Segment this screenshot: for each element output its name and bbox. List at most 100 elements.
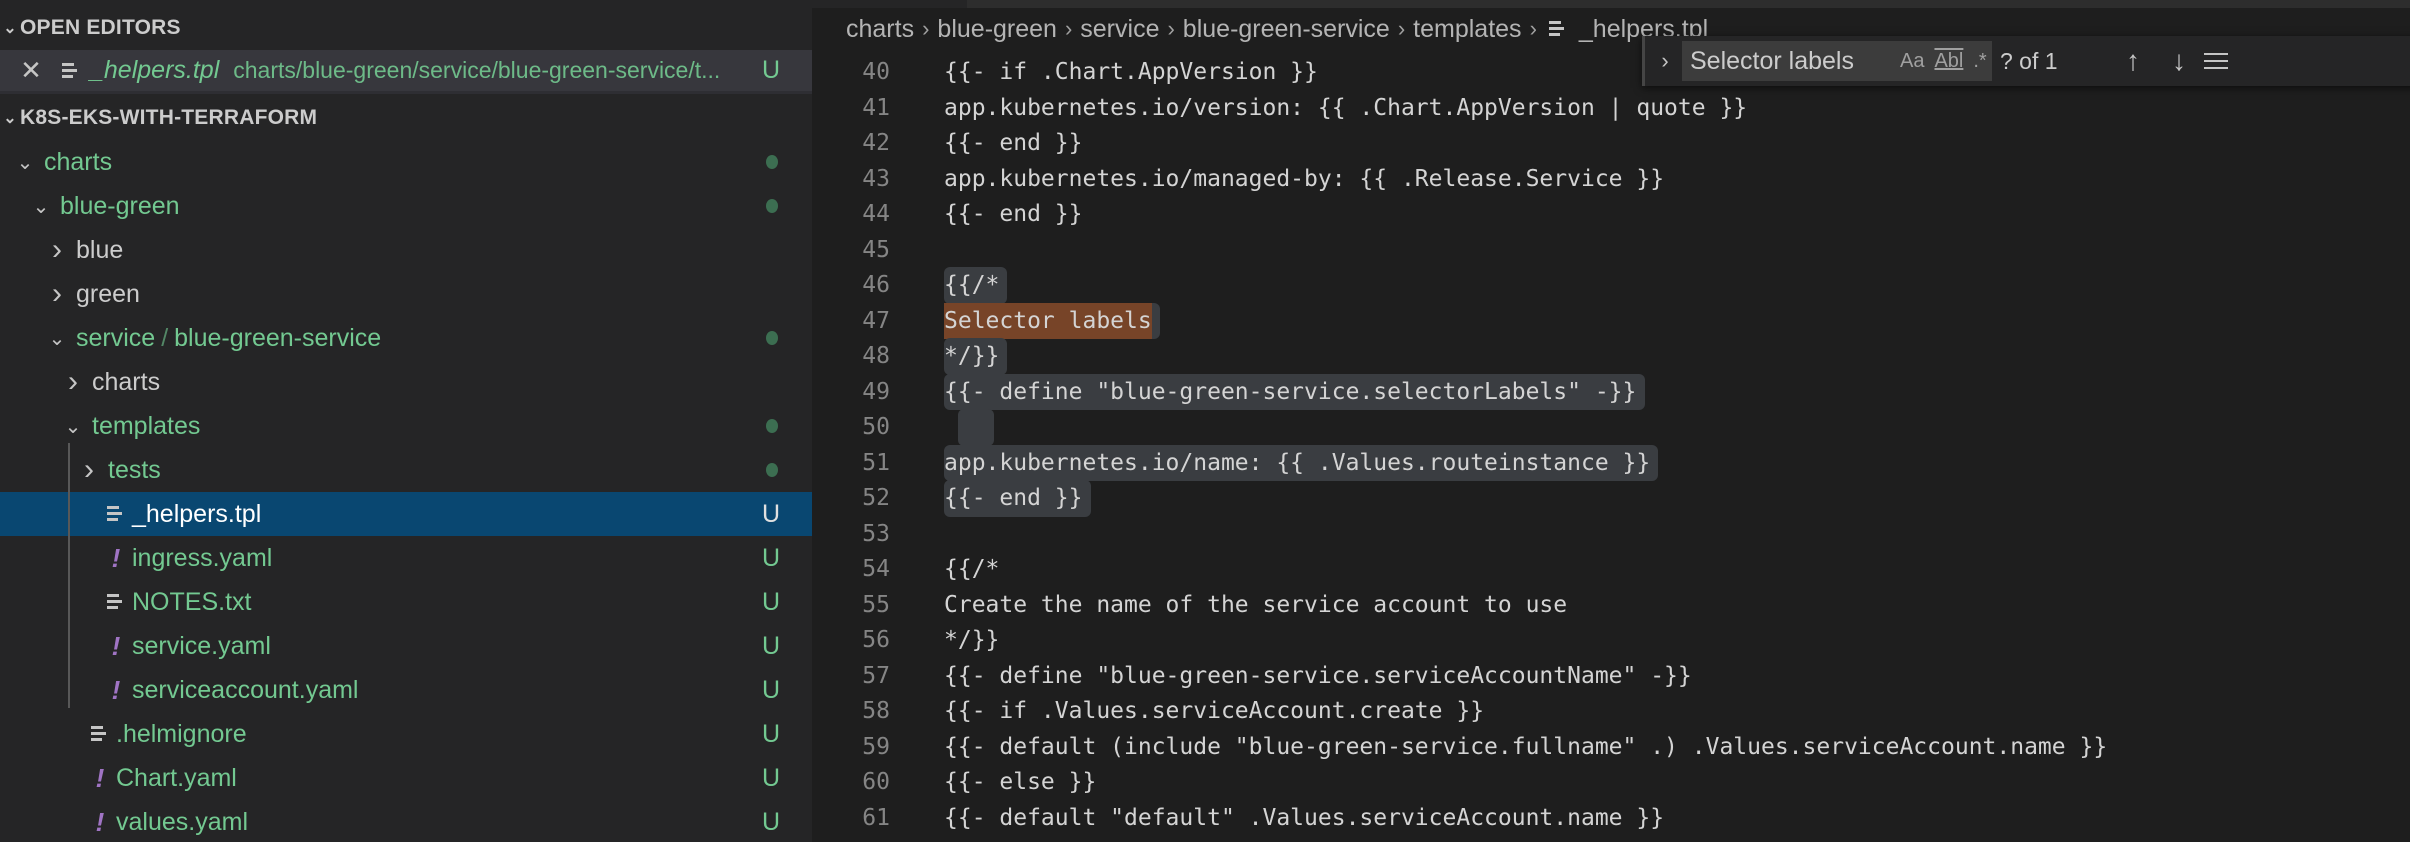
code-line[interactable]: 54 {{/* bbox=[812, 551, 2410, 587]
chevron-down-icon[interactable]: ⌄ bbox=[12, 150, 38, 175]
chevron-right-icon[interactable]: › bbox=[44, 277, 70, 311]
match-count: ? of 1 bbox=[2000, 47, 2058, 74]
line-text: Create the name of the service account t… bbox=[944, 591, 1568, 618]
tree-file[interactable]: ! service.yaml U bbox=[0, 624, 812, 668]
tree-file[interactable]: ! values.yaml U bbox=[0, 800, 812, 842]
editor-pane: charts › blue-green › service › blue-green-ser… bbox=[812, 0, 2410, 842]
line-number: 47 bbox=[862, 307, 890, 334]
open-editors-header[interactable]: ⌄ OPEN EDITORS bbox=[0, 8, 812, 48]
workspace-header[interactable]: ⌄ K8S-EKS-WITH-TERRAFORM bbox=[0, 98, 812, 138]
git-status-badge: U bbox=[761, 587, 780, 616]
previous-match-arrow-up-icon[interactable]: ↑ bbox=[2110, 45, 2156, 77]
yaml-exclamation-icon: ! bbox=[111, 630, 121, 661]
line-text: app.kubernetes.io/managed-by: {{ .Releas… bbox=[944, 165, 1665, 192]
match-case-toggle[interactable]: Aa bbox=[1900, 50, 1924, 73]
line-text: */}} bbox=[944, 627, 1000, 653]
breadcrumb-segment[interactable]: blue-green-service bbox=[1183, 15, 1390, 44]
code-line[interactable]: 52 {{- end }} bbox=[812, 480, 2410, 516]
tree-file[interactable]: ! serviceaccount.yaml U bbox=[0, 668, 812, 712]
tree-folder[interactable]: › blue bbox=[0, 228, 812, 272]
code-line[interactable]: 50 bbox=[812, 409, 2410, 445]
line-number: 61 bbox=[862, 804, 890, 831]
code-line[interactable]: 48 */}} bbox=[812, 338, 2410, 374]
tree-folder[interactable]: › tests bbox=[0, 448, 812, 492]
breadcrumb-segment[interactable]: charts bbox=[846, 15, 914, 44]
whole-word-toggle[interactable]: Abl bbox=[1934, 50, 1963, 73]
tree-file[interactable]: NOTES.txt U bbox=[0, 580, 812, 624]
tree-folder[interactable]: ⌄ service / blue-green-service bbox=[0, 316, 812, 360]
code-line[interactable]: 61 {{- default "default" .Values.serviceA… bbox=[812, 800, 2410, 836]
find-in-selection-icon[interactable] bbox=[2204, 51, 2234, 71]
tree-item-label: blue-green bbox=[60, 191, 180, 220]
line-text: {{- if .Chart.AppVersion }} bbox=[944, 59, 1318, 85]
find-widget: › Aa Abl .* ? of 1 ↑ ↓ bbox=[1642, 36, 2410, 86]
tree-folder[interactable]: › green bbox=[0, 272, 812, 316]
git-status-badge: U bbox=[761, 56, 780, 84]
code-line[interactable]: 59 {{- default (include "blue-green-servi… bbox=[812, 729, 2410, 765]
line-number: 41 bbox=[862, 94, 890, 121]
line-number: 57 bbox=[862, 662, 890, 689]
chevron-right-icon: › bbox=[1529, 16, 1537, 41]
close-icon[interactable]: ✕ bbox=[0, 55, 62, 86]
chevron-down-icon[interactable]: ⌄ bbox=[28, 194, 54, 219]
regex-toggle[interactable]: .* bbox=[1973, 50, 1986, 73]
code-line[interactable]: 60 {{- else }} bbox=[812, 764, 2410, 800]
chevron-right-icon[interactable]: › bbox=[44, 233, 70, 267]
git-status-badge: U bbox=[761, 807, 780, 836]
chevron-down-icon[interactable]: ⌄ bbox=[60, 414, 86, 439]
chevron-down-icon[interactable]: ⌄ bbox=[44, 326, 70, 351]
line-number: 42 bbox=[862, 130, 890, 156]
tree-folder[interactable]: ⌄ charts bbox=[0, 140, 812, 184]
tree-folder[interactable]: › charts bbox=[0, 360, 812, 404]
code-line[interactable]: 43 app.kubernetes.io/managed-by: {{ .Rele… bbox=[812, 161, 2410, 197]
line-text: */}} bbox=[944, 343, 1000, 369]
code-line[interactable]: 47 Selector labels bbox=[812, 303, 2410, 339]
code-line[interactable]: 56 */}} bbox=[812, 622, 2410, 658]
code-line[interactable]: 45 bbox=[812, 232, 2410, 268]
code-line[interactable]: 49 {{- define "blue-green-service.selecto… bbox=[812, 374, 2410, 410]
open-editor-item[interactable]: ✕ _helpers.tpl charts/blue-green/service… bbox=[0, 50, 812, 94]
tree-file[interactable]: .helmignore U bbox=[0, 712, 812, 756]
line-number: 45 bbox=[862, 236, 890, 263]
find-input[interactable] bbox=[1690, 46, 1890, 76]
code-line[interactable]: 41 app.kubernetes.io/version: {{ .Chart.A… bbox=[812, 90, 2410, 126]
breadcrumb-segment[interactable]: templates bbox=[1413, 15, 1521, 44]
breadcrumb-segment[interactable]: service bbox=[1080, 15, 1159, 44]
code-line[interactable]: 58 {{- if .Values.serviceAccount.create }… bbox=[812, 693, 2410, 729]
line-text: {{/* bbox=[944, 556, 1000, 582]
modified-dot-icon bbox=[766, 155, 778, 169]
file-lines-icon bbox=[106, 500, 126, 529]
code-line[interactable]: 44 {{- end }} bbox=[812, 196, 2410, 232]
chevron-right-icon[interactable]: › bbox=[76, 453, 102, 487]
indent-guide bbox=[68, 443, 70, 708]
tree-folder[interactable]: ⌄ blue-green bbox=[0, 184, 812, 228]
next-match-arrow-down-icon[interactable]: ↓ bbox=[2156, 45, 2202, 77]
modified-dot-icon bbox=[766, 331, 778, 345]
tree-file[interactable]: ! Chart.yaml U bbox=[0, 756, 812, 800]
toggle-replace-chevron-icon[interactable]: › bbox=[1650, 48, 1680, 74]
tree-folder[interactable]: ⌄ templates bbox=[0, 404, 812, 448]
code-line[interactable]: 51 app.kubernetes.io/name: {{ .Values.rou… bbox=[812, 445, 2410, 481]
tree-file[interactable]: _helpers.tpl U bbox=[0, 492, 812, 536]
line-number: 55 bbox=[862, 591, 890, 618]
breadcrumb-segment[interactable]: blue-green bbox=[937, 15, 1057, 44]
code-line[interactable]: 42 {{- end }} bbox=[812, 125, 2410, 161]
modified-dot-icon bbox=[766, 199, 778, 213]
code-area[interactable]: 40 {{- if .Chart.AppVersion }} 41 app.kuber… bbox=[812, 50, 2410, 842]
find-input-box[interactable]: Aa Abl .* bbox=[1682, 41, 1992, 81]
line-number: 48 bbox=[862, 343, 890, 369]
chevron-right-icon[interactable]: › bbox=[60, 365, 86, 399]
yaml-exclamation-icon: ! bbox=[111, 674, 121, 705]
git-status-badge: U bbox=[761, 543, 780, 572]
tree-item-label: .helmignore bbox=[116, 719, 247, 748]
code-line[interactable]: 55 Create the name of the service account… bbox=[812, 587, 2410, 623]
chevron-right-icon: › bbox=[922, 16, 930, 41]
code-line[interactable]: 46 {{/* bbox=[812, 267, 2410, 303]
code-line[interactable]: 57 {{- define "blue-green-service.service… bbox=[812, 658, 2410, 694]
compact-folder-separator: / bbox=[161, 323, 169, 352]
code-line[interactable]: 53 bbox=[812, 516, 2410, 552]
tree-file[interactable]: ! ingress.yaml U bbox=[0, 536, 812, 580]
file-lines-icon bbox=[1548, 21, 1567, 37]
open-editor-path: charts/blue-green/service/blue-green-ser… bbox=[233, 57, 721, 83]
line-text: {{- end }} bbox=[944, 485, 1083, 511]
